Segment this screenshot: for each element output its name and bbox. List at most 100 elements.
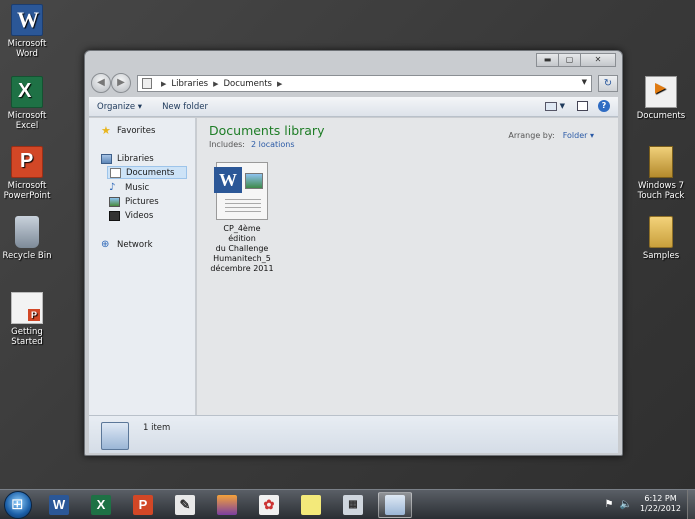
- arrange-by-dropdown[interactable]: Folder ▾: [563, 131, 594, 140]
- back-button[interactable]: ◀: [91, 73, 111, 93]
- file-name: CP_4ème édition: [223, 224, 261, 243]
- library-title: Documents library: [209, 123, 325, 138]
- getting-started-icon: [11, 292, 43, 324]
- content-pane: Documents library Includes: 2 locations A…: [197, 118, 618, 415]
- action-center-icon[interactable]: ⚑: [605, 499, 614, 510]
- maximize-button[interactable]: ▢: [558, 53, 581, 67]
- desktop-icon-label: Documents: [636, 111, 686, 121]
- nav-label: Documents: [126, 167, 175, 178]
- library-icon: [142, 78, 152, 89]
- taskbar-journal[interactable]: ✎: [168, 492, 202, 518]
- excel-icon: X: [91, 495, 111, 515]
- desktop-icon-label: Getting: [11, 327, 43, 337]
- desktop-icon-label: Touch Pack: [637, 191, 685, 201]
- desktop-icon-label: Microsoft: [7, 181, 47, 191]
- folder-icon: [649, 216, 673, 248]
- star-icon: ★: [101, 123, 111, 137]
- system-tray: ⚑ 🔈 6:12 PM 1/22/2012: [605, 494, 681, 514]
- taskbar-media-center[interactable]: [210, 492, 244, 518]
- navigation-bar: ◀ ▶ ▶ Libraries ▶ Documents ▶ ▼ ↻: [89, 73, 618, 95]
- chevron-down-icon[interactable]: ▼: [560, 102, 565, 110]
- nav-documents[interactable]: Documents: [107, 166, 187, 179]
- powerpoint-icon: [11, 146, 43, 178]
- nav-music[interactable]: ♪ Music: [109, 181, 149, 194]
- clock[interactable]: 6:12 PM 1/22/2012: [640, 494, 681, 514]
- chevron-right-icon: ▶: [276, 79, 283, 88]
- file-name: du Challenge: [215, 244, 269, 253]
- word-document-icon: W: [214, 162, 268, 220]
- network-icon: ⊕: [101, 238, 110, 250]
- desktop-icon-touch-pack[interactable]: Windows 7 Touch Pack: [634, 146, 688, 201]
- desktop-icon-excel[interactable]: Microsoft Excel: [0, 76, 54, 131]
- nav-favorites[interactable]: ★ Favorites: [101, 124, 155, 137]
- desktop-icon-powerpoint[interactable]: Microsoft PowerPoint: [0, 146, 54, 201]
- videos-icon: [109, 210, 120, 221]
- show-desktop-button[interactable]: [687, 490, 695, 519]
- taskbar-paint[interactable]: ✿: [252, 492, 286, 518]
- desktop-icon-label: Word: [16, 49, 38, 59]
- nav-libraries[interactable]: Libraries: [101, 152, 154, 165]
- taskbar-sticky-notes[interactable]: [294, 492, 328, 518]
- help-icon[interactable]: ?: [598, 100, 610, 112]
- nav-label: Network: [117, 239, 153, 250]
- desktop-icon-label: Samples: [642, 251, 680, 261]
- new-folder-button[interactable]: New folder: [162, 102, 208, 112]
- chevron-down-icon[interactable]: ▼: [582, 78, 587, 86]
- nav-pictures[interactable]: Pictures: [109, 195, 159, 208]
- taskbar-calculator[interactable]: ▦: [336, 492, 370, 518]
- title-bar[interactable]: ▬ ▢ ✕: [85, 51, 622, 71]
- breadcrumb-documents[interactable]: Documents: [224, 79, 272, 89]
- nav-label: Pictures: [125, 196, 159, 207]
- explorer-icon: [385, 495, 405, 515]
- library-icon: [101, 422, 129, 450]
- nav-label: Libraries: [117, 153, 154, 164]
- desktop-icon-label: Recycle Bin: [2, 251, 52, 261]
- command-bar: Organize ▾ New folder ▼ ?: [89, 97, 618, 117]
- locations-link[interactable]: 2 locations: [251, 140, 295, 149]
- calculator-icon: ▦: [343, 495, 363, 515]
- minimize-button[interactable]: ▬: [536, 53, 559, 67]
- caption-buttons: ▬ ▢ ✕: [536, 53, 616, 67]
- media-center-icon: [217, 495, 237, 515]
- breadcrumb-libraries[interactable]: Libraries: [171, 79, 208, 89]
- nav-network[interactable]: ⊕ Network: [101, 238, 153, 251]
- desktop-icon-label: Microsoft: [7, 111, 47, 121]
- file-name: Humanitech_5: [213, 254, 271, 263]
- volume-icon[interactable]: 🔈: [620, 499, 632, 510]
- desktop-icon-recycle-bin[interactable]: Recycle Bin: [0, 216, 54, 261]
- powerpoint-icon: P: [133, 495, 153, 515]
- view-controls: ▼ ?: [544, 100, 610, 112]
- taskbar-excel[interactable]: X: [84, 492, 118, 518]
- desktop-icon-documents[interactable]: Documents: [634, 76, 688, 121]
- paint-icon: ✿: [259, 495, 279, 515]
- start-button[interactable]: [4, 491, 32, 519]
- pictures-icon: [109, 196, 120, 207]
- navigation-pane: ★ Favorites Libraries Documents ♪ Music …: [89, 118, 196, 415]
- taskbar-word[interactable]: W: [42, 492, 76, 518]
- close-button[interactable]: ✕: [580, 53, 616, 67]
- preview-pane-icon[interactable]: [577, 101, 588, 111]
- explorer-window: ▬ ▢ ✕ ◀ ▶ ▶ Libraries ▶ Documents ▶ ▼ ↻ …: [84, 50, 623, 456]
- taskbar-explorer[interactable]: [378, 492, 412, 518]
- change-view-icon[interactable]: [544, 101, 557, 111]
- file-item[interactable]: W CP_4ème édition du Challenge Humanitec…: [209, 162, 275, 274]
- refresh-button[interactable]: ↻: [598, 75, 618, 92]
- chevron-right-icon: ▶: [161, 79, 167, 88]
- desktop-icon-word[interactable]: Microsoft Word: [0, 4, 54, 59]
- library-includes: Includes: 2 locations: [209, 140, 295, 149]
- clock-date: 1/22/2012: [639, 504, 681, 513]
- forward-button[interactable]: ▶: [111, 73, 131, 93]
- desktop-icon-samples[interactable]: Samples: [634, 216, 688, 261]
- organize-button[interactable]: Organize ▾: [97, 102, 142, 112]
- touch-pack-icon: [649, 146, 673, 178]
- nav-videos[interactable]: Videos: [109, 209, 153, 222]
- document-icon: [110, 167, 121, 178]
- desktop-icon-getting-started[interactable]: Getting Started: [0, 292, 54, 347]
- taskbar: W X P ✎ ✿ ▦ ⚑ 🔈 6:12 PM 1/22/2012: [0, 489, 695, 519]
- desktop-icon-label: Excel: [15, 121, 39, 131]
- item-count: 1 item: [143, 423, 171, 433]
- sticky-notes-icon: [301, 495, 321, 515]
- arrange-label: Arrange by:: [508, 131, 555, 140]
- address-bar[interactable]: ▶ Libraries ▶ Documents ▶ ▼: [137, 75, 592, 92]
- taskbar-powerpoint[interactable]: P: [126, 492, 160, 518]
